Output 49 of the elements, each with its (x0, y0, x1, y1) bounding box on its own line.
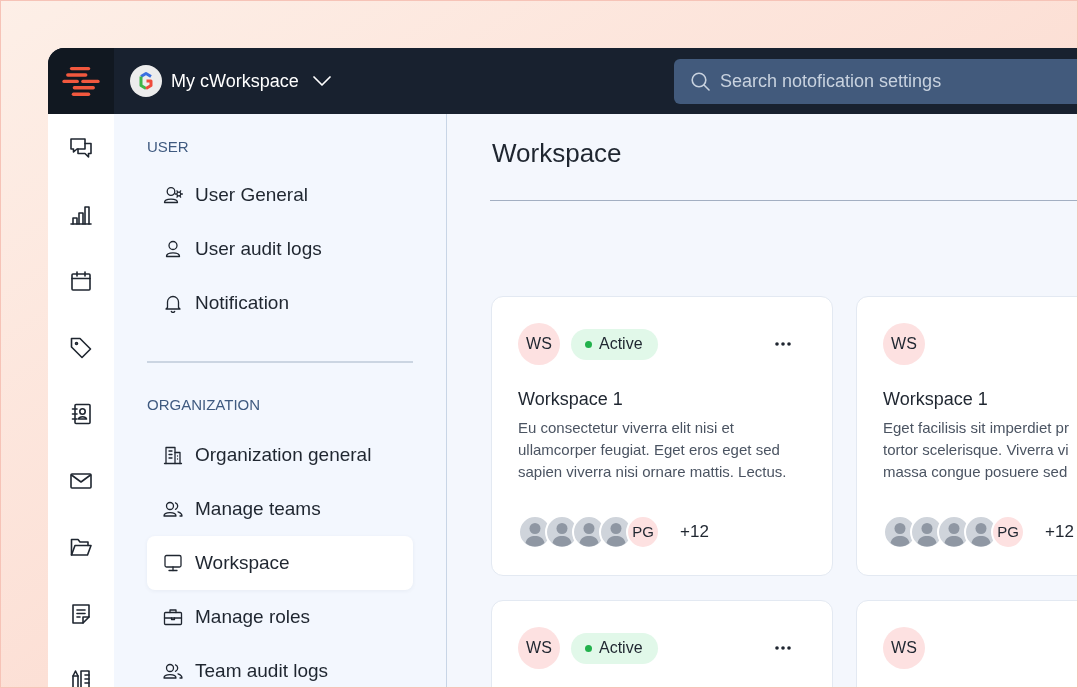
member-initials-avatar: PG (626, 515, 660, 549)
card-title: Workspace 1 (518, 388, 623, 411)
monitor-icon (163, 553, 183, 573)
sidebar-item[interactable]: Organization general (147, 428, 413, 482)
search-field[interactable]: Search notofication settings (674, 58, 1077, 104)
workspace-avatar: WS (518, 627, 560, 669)
status-label: Active (599, 334, 643, 354)
calendar-icon[interactable] (69, 269, 93, 293)
workspace-avatar: WS (518, 323, 560, 365)
note-icon[interactable] (69, 601, 93, 626)
pencil-ruler-icon[interactable] (69, 668, 93, 687)
workspace-logo-icon (130, 65, 162, 97)
sidebar-item[interactable]: User General (147, 168, 413, 222)
more-options-icon[interactable] (775, 342, 791, 346)
card-title: Workspace 1 (883, 388, 988, 411)
member-initials-avatar: PG (991, 515, 1025, 549)
search-icon (691, 71, 710, 91)
sidebar-item[interactable]: Workspace (147, 536, 413, 590)
workspace-avatar: WS (883, 627, 925, 669)
brand-logo-icon (62, 64, 100, 98)
users-icon (163, 499, 183, 519)
users-icon (163, 661, 183, 681)
user-gear-icon (163, 185, 183, 205)
briefcase-icon (163, 607, 183, 627)
card-description: Eu consectetur viverra elit nisi et ullamcorper feugiat. Eget eros eget sed sapien viverra nisi ornare mattis. Lectus. (518, 418, 787, 482)
tag-icon[interactable] (69, 335, 93, 360)
user-icon (163, 239, 183, 259)
sidebar-item[interactable]: Notification (147, 276, 413, 330)
page-title: Workspace (492, 137, 623, 169)
workspace-selector[interactable]: My cWorkspace (130, 61, 331, 101)
chat-icon[interactable] (69, 136, 93, 160)
more-options-icon[interactable] (775, 646, 791, 650)
workspace-avatar: WS (883, 323, 925, 365)
chevron-down-icon (312, 76, 331, 86)
status-dot-icon (585, 340, 592, 348)
extra-members-count: +12 (680, 521, 709, 543)
sidebar-item[interactable]: Manage roles (147, 590, 413, 644)
extra-members-count: +12 (1045, 521, 1074, 543)
section-heading: USER (147, 137, 190, 157)
sidebar-item[interactable]: Manage teams (147, 482, 413, 536)
sidebar-item[interactable]: Team audit logs (147, 644, 413, 687)
building-icon (163, 445, 183, 465)
section-heading: ORGANIZATION (147, 395, 262, 415)
sidebar-item[interactable]: User audit logs (147, 222, 413, 276)
contact-book-icon[interactable] (69, 402, 93, 426)
bell-icon (163, 293, 183, 313)
status-label: Active (599, 638, 643, 658)
card-description: Eget facilisis sit imperdiet pr tortor scelerisque. Viverra vi massa congue posuere sed (883, 418, 1069, 482)
status-dot-icon (585, 644, 592, 652)
